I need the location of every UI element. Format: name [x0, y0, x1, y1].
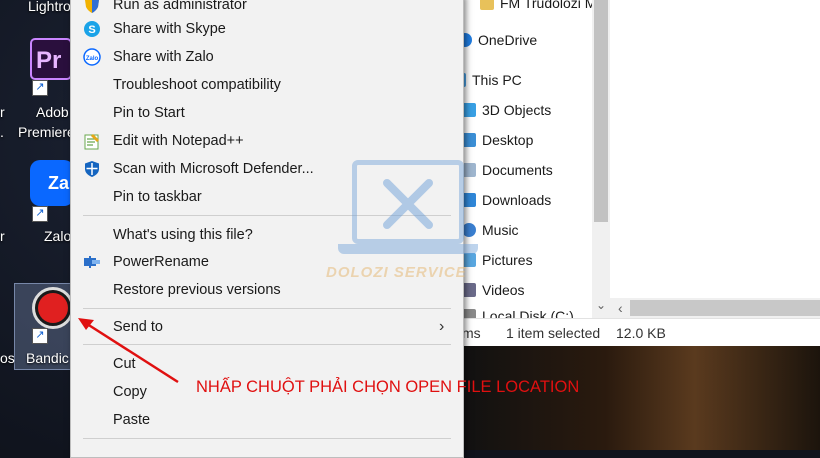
annotation-text: NHẤP CHUỘT PHẢI CHỌN OPEN FILE LOCATION	[196, 378, 580, 396]
